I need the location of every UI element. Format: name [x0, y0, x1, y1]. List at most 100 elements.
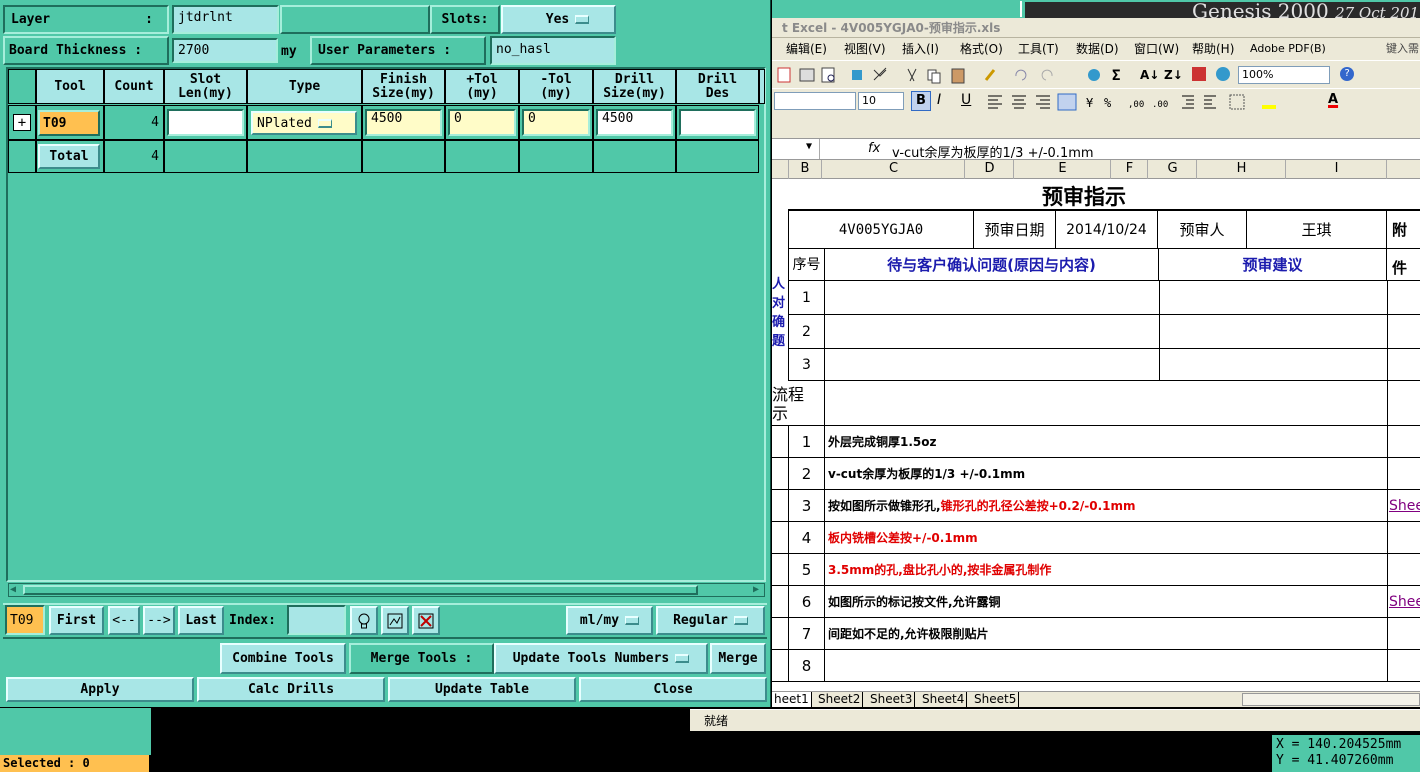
format-toolbar: 10 B I U ¥ % ,00 .00 A — [772, 88, 1420, 114]
next-button[interactable]: --> — [143, 606, 175, 635]
col-header-i[interactable]: I — [1287, 160, 1387, 179]
instruction-text-red: 板内铣槽公差按+/-0.1mm — [828, 531, 978, 545]
type-dropdown[interactable]: NPlated — [251, 111, 357, 135]
col-header-c[interactable]: C — [823, 160, 965, 179]
tab-sheet4[interactable]: Sheet4 — [920, 692, 968, 707]
merge-button[interactable]: Merge — [710, 643, 766, 674]
col-header-e[interactable]: E — [1015, 160, 1111, 179]
units-dropdown[interactable]: ml/my — [566, 606, 653, 635]
bulb-icon[interactable] — [350, 606, 378, 635]
slot-len-input[interactable] — [167, 109, 244, 136]
cell-line — [1387, 586, 1388, 618]
expand-icon[interactable]: + — [13, 114, 31, 131]
merge-tools-label: Merge Tools : — [349, 643, 494, 674]
index-input[interactable] — [287, 605, 346, 635]
minus-tol-input[interactable]: 0 — [522, 109, 590, 136]
sheet-h-scrollbar[interactable] — [1242, 693, 1420, 706]
genesis-date: 27 Oct 201 — [1335, 4, 1420, 18]
drill-des-input[interactable] — [679, 109, 756, 136]
layer-input[interactable]: jtdrlnt — [172, 5, 279, 34]
col-header-g[interactable]: G — [1149, 160, 1197, 179]
tab-sheet5[interactable]: Sheet5 — [972, 692, 1020, 707]
apply-button[interactable]: Apply — [6, 677, 194, 702]
attachment-link[interactable]: Shee — [1389, 586, 1420, 618]
drawing-icon[interactable] — [1216, 67, 1230, 81]
cell-line — [1387, 522, 1388, 554]
svg-text:%: % — [1104, 96, 1112, 110]
menu-edit[interactable]: 编辑(E) — [786, 38, 827, 60]
formula-content[interactable]: v-cut余厚为板厚的1/3 +/-0.1mm — [892, 142, 1094, 161]
thickness-input[interactable]: 2700 — [172, 38, 278, 63]
instruction-text-black: 如图所示的标记按文件,允许露铜 — [828, 595, 1001, 609]
attachment-link[interactable]: Shee — [1389, 490, 1420, 522]
col-tool-label: Tool — [54, 78, 86, 94]
menu-help[interactable]: 帮助(H) — [1192, 38, 1234, 60]
menu-window[interactable]: 窗口(W) — [1134, 38, 1179, 60]
font-name-box[interactable] — [774, 92, 856, 110]
tool-cell[interactable]: T09 — [38, 110, 100, 136]
combine-tools-button[interactable]: Combine Tools — [220, 643, 346, 674]
sort-asc-icon[interactable]: A↓ — [1140, 68, 1159, 82]
slots-dropdown[interactable]: Yes — [501, 5, 616, 34]
menu-format[interactable]: 格式(O) — [960, 38, 1003, 60]
update-table-button[interactable]: Update Table — [388, 677, 576, 702]
underline-button[interactable]: U — [961, 92, 971, 108]
plus-tol-input[interactable]: 0 — [448, 109, 516, 136]
drill-size-input[interactable]: 4500 — [596, 109, 673, 136]
user-params-label: User Parameters : — [310, 36, 486, 65]
format-icons[interactable]: ¥ % ,00 .00 — [986, 93, 1286, 111]
font-color-icon[interactable]: A — [1328, 92, 1338, 107]
col-header-b[interactable]: B — [788, 160, 822, 179]
user-params-input[interactable]: no_hasl — [490, 36, 616, 65]
image-icon[interactable] — [381, 606, 409, 635]
name-box-arrow-icon[interactable]: ▼ — [806, 141, 812, 152]
instruction-text-black: v-cut余厚为板厚的1/3 +/-0.1mm — [828, 467, 1026, 481]
menu-adobe-pdf[interactable]: Adobe PDF(B) — [1250, 38, 1326, 60]
formula-bar: ▼ fx v-cut余厚为板厚的1/3 +/-0.1mm — [772, 138, 1420, 161]
help-box[interactable]: 键入需 — [1386, 38, 1419, 60]
close-button[interactable]: Close — [579, 677, 767, 702]
col-header-d[interactable]: D — [966, 160, 1014, 179]
question-row: 2 — [788, 315, 1420, 349]
calc-drills-button[interactable]: Calc Drills — [197, 677, 385, 702]
scroll-right-icon[interactable]: ▶ — [753, 585, 763, 595]
merge-tools-dropdown[interactable]: Update Tools Numbers — [494, 643, 708, 674]
help-icon[interactable]: ? — [1340, 67, 1354, 81]
cell-line — [1387, 554, 1388, 586]
delete-icon[interactable] — [412, 606, 440, 635]
last-button[interactable]: Last — [178, 606, 224, 635]
col-count: Count — [104, 69, 164, 104]
prev-button[interactable]: <-- — [108, 606, 140, 635]
process-section-row: 流程 示 — [772, 381, 1420, 426]
scroll-left-icon[interactable]: ◀ — [10, 585, 20, 595]
instruction-number: 4 — [788, 522, 825, 554]
mode-dropdown[interactable]: Regular — [656, 606, 765, 635]
scroll-thumb[interactable] — [23, 585, 698, 595]
col-header-f[interactable]: F — [1112, 160, 1148, 179]
instruction-text: 间距如不足的,允许极限削贴片 — [828, 618, 989, 650]
menu-view[interactable]: 视图(V) — [844, 38, 886, 60]
zoom-box[interactable]: 100% — [1238, 66, 1330, 84]
menu-data[interactable]: 数据(D) — [1076, 38, 1119, 60]
col-header-h[interactable]: H — [1198, 160, 1286, 179]
font-size-box[interactable]: 10 — [858, 92, 904, 110]
italic-button[interactable]: I — [937, 92, 941, 108]
h-scrollbar[interactable]: ◀ ▶ — [8, 583, 765, 597]
cell-line — [1159, 281, 1160, 315]
attachment-label: 附件 — [1392, 221, 1408, 277]
toolbar-icons[interactable]: Σ — [776, 66, 1136, 84]
tab-sheet1[interactable]: heet1 — [772, 692, 812, 707]
col-type-label: Type — [288, 78, 321, 94]
first-button[interactable]: First — [49, 606, 104, 635]
finish-size-input[interactable]: 4500 — [365, 109, 442, 136]
tab-sheet2[interactable]: Sheet2 — [816, 692, 864, 707]
tab-sheet3[interactable]: Sheet3 — [868, 692, 916, 707]
name-box[interactable]: ▼ — [772, 139, 820, 159]
chart-icon[interactable] — [1192, 67, 1206, 81]
row-cell — [445, 140, 519, 173]
menu-insert[interactable]: 插入(I) — [902, 38, 939, 60]
bold-button[interactable]: B — [911, 91, 931, 111]
menu-tools[interactable]: 工具(T) — [1018, 38, 1059, 60]
cell-line — [1387, 618, 1388, 650]
sort-desc-icon[interactable]: Z↓ — [1164, 68, 1183, 82]
